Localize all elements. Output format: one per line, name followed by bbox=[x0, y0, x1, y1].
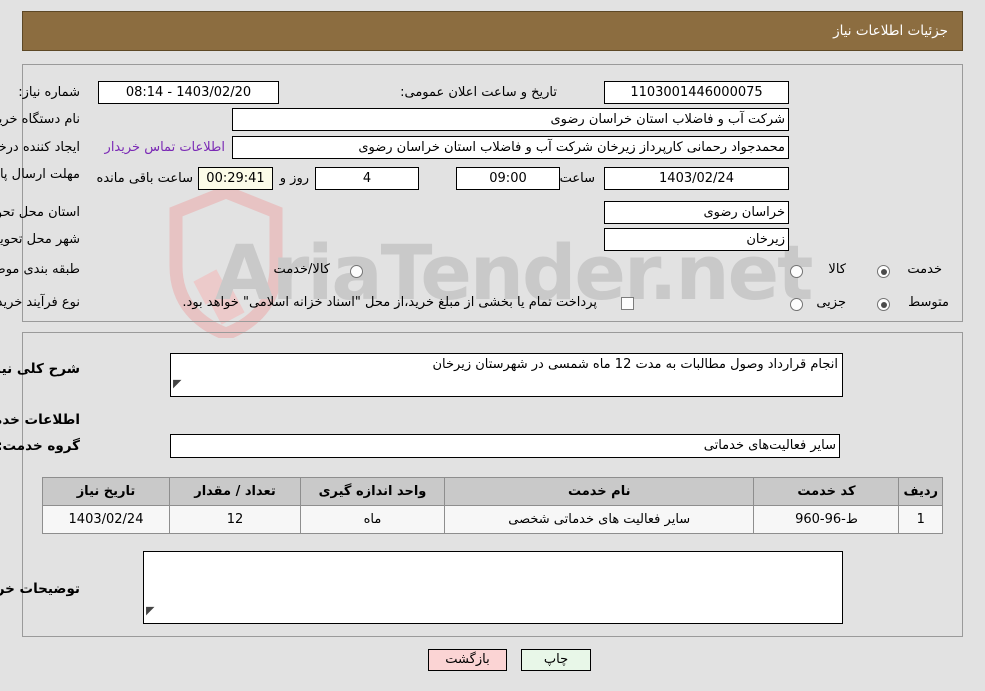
deadline-date-value: 1403/02/24 bbox=[604, 167, 789, 190]
need-summary-resize-grip[interactable]: ◥ bbox=[173, 377, 185, 390]
col-row-no: ردیف bbox=[898, 477, 943, 506]
services-info-heading: اطلاعات خدمات مورد نیاز bbox=[0, 412, 80, 428]
radio-process-jozi[interactable] bbox=[790, 298, 803, 311]
buyer-contact-link[interactable]: اطلاعات تماس خریدار bbox=[105, 140, 225, 155]
radio-subject-kala-label[interactable]: کالا bbox=[828, 262, 846, 277]
col-unit: واحد اندازه گیری bbox=[300, 477, 445, 506]
buyer-comments-textarea[interactable] bbox=[143, 551, 843, 624]
announce-datetime-value: 1403/02/20 - 08:14 bbox=[98, 81, 279, 104]
subject-classification-label: طبقه بندی موضوعی: bbox=[0, 262, 80, 277]
request-creator-label: ایجاد کننده درخواست: bbox=[0, 140, 80, 155]
page-header-bar: جزئیات اطلاعات نیاز bbox=[22, 11, 963, 51]
deadline-hour-value: 09:00 bbox=[456, 167, 560, 190]
treasury-note-text: پرداخت تمام یا بخشی از مبلغ خرید،از محل … bbox=[182, 295, 597, 310]
radio-subject-kala[interactable] bbox=[790, 265, 803, 278]
purchase-process-type-label: نوع فرآیند خرید : bbox=[0, 295, 80, 310]
deadline-days-value: 4 bbox=[315, 167, 419, 190]
deadline-countdown-suffix-label: ساعت باقی مانده bbox=[96, 171, 193, 186]
cell-quantity: 12 bbox=[169, 505, 301, 534]
radio-process-jozi-label[interactable]: جزیی bbox=[816, 295, 846, 310]
treasury-note-checkbox[interactable] bbox=[621, 297, 634, 310]
print-button[interactable]: چاپ bbox=[521, 649, 591, 671]
buyer-org-value: شرکت آب و فاضلاب استان خراسان رضوی bbox=[232, 108, 789, 131]
need-summary-label: شرح کلی نیاز: bbox=[0, 361, 80, 377]
radio-subject-kala-khedmat[interactable] bbox=[350, 265, 363, 278]
back-button[interactable]: بازگشت bbox=[428, 649, 507, 671]
deadline-hour-label: ساعت bbox=[559, 171, 595, 186]
cell-service-code: ط-96-960 bbox=[753, 505, 900, 534]
page-title: جزئیات اطلاعات نیاز bbox=[833, 23, 948, 39]
need-summary-textarea[interactable]: انجام قرارداد وصول مطالبات به مدت 12 ماه… bbox=[170, 353, 843, 397]
cell-unit: ماه bbox=[300, 505, 445, 534]
col-quantity: تعداد / مقدار bbox=[169, 477, 301, 506]
service-group-label: گروه خدمت: bbox=[0, 438, 80, 454]
col-need-date: تاریخ نیاز bbox=[42, 477, 170, 506]
radio-subject-khedmat-label[interactable]: خدمت bbox=[907, 262, 942, 277]
service-group-value: سایر فعالیت‌های خدماتی bbox=[170, 434, 840, 458]
delivery-province-label: استان محل تحویل: bbox=[0, 205, 80, 220]
deadline-countdown-timer: 00:29:41 bbox=[198, 167, 273, 190]
radio-process-motevasset-label[interactable]: متوسط bbox=[908, 295, 949, 310]
table-header-row: ردیف کد خدمت نام خدمت واحد اندازه گیری ت… bbox=[42, 477, 943, 506]
col-service-code: کد خدمت bbox=[753, 477, 900, 506]
col-service-name: نام خدمت bbox=[443, 477, 755, 506]
cell-need-date: 1403/02/24 bbox=[42, 505, 170, 534]
cell-row-no: 1 bbox=[898, 505, 943, 534]
cell-service-name: سایر فعالیت های خدماتی شخصی bbox=[443, 505, 755, 534]
deadline-days-suffix-label: روز و bbox=[279, 171, 309, 186]
delivery-city-label: شهر محل تحویل: bbox=[0, 232, 80, 247]
request-creator-value: محمدجواد رحمانی کارپرداز زیرخان شرکت آب … bbox=[232, 136, 789, 159]
delivery-city-value: زیرخان bbox=[604, 228, 789, 251]
response-deadline-label: مهلت ارسال پاسخ: تا تاریخ: bbox=[0, 167, 80, 182]
buyer-comments-label: توضیحات خریدار: bbox=[0, 581, 80, 597]
radio-subject-khedmat[interactable] bbox=[877, 265, 890, 278]
services-table: ردیف کد خدمت نام خدمت واحد اندازه گیری ت… bbox=[42, 477, 943, 534]
buyer-org-label: نام دستگاه خریدار: bbox=[0, 112, 80, 127]
announce-datetime-label: تاریخ و ساعت اعلان عمومی: bbox=[400, 85, 557, 100]
radio-process-motevasset[interactable] bbox=[877, 298, 890, 311]
buyer-comments-resize-grip[interactable]: ◥ bbox=[146, 604, 158, 617]
radio-subject-kala-khedmat-label[interactable]: کالا/خدمت bbox=[273, 262, 330, 277]
need-number-value: 1103001446000075 bbox=[604, 81, 789, 104]
table-row: 1 ط-96-960 سایر فعالیت های خدماتی شخصی م… bbox=[42, 505, 943, 534]
need-number-label: شماره نیاز: bbox=[18, 85, 80, 100]
delivery-province-value: خراسان رضوی bbox=[604, 201, 789, 224]
